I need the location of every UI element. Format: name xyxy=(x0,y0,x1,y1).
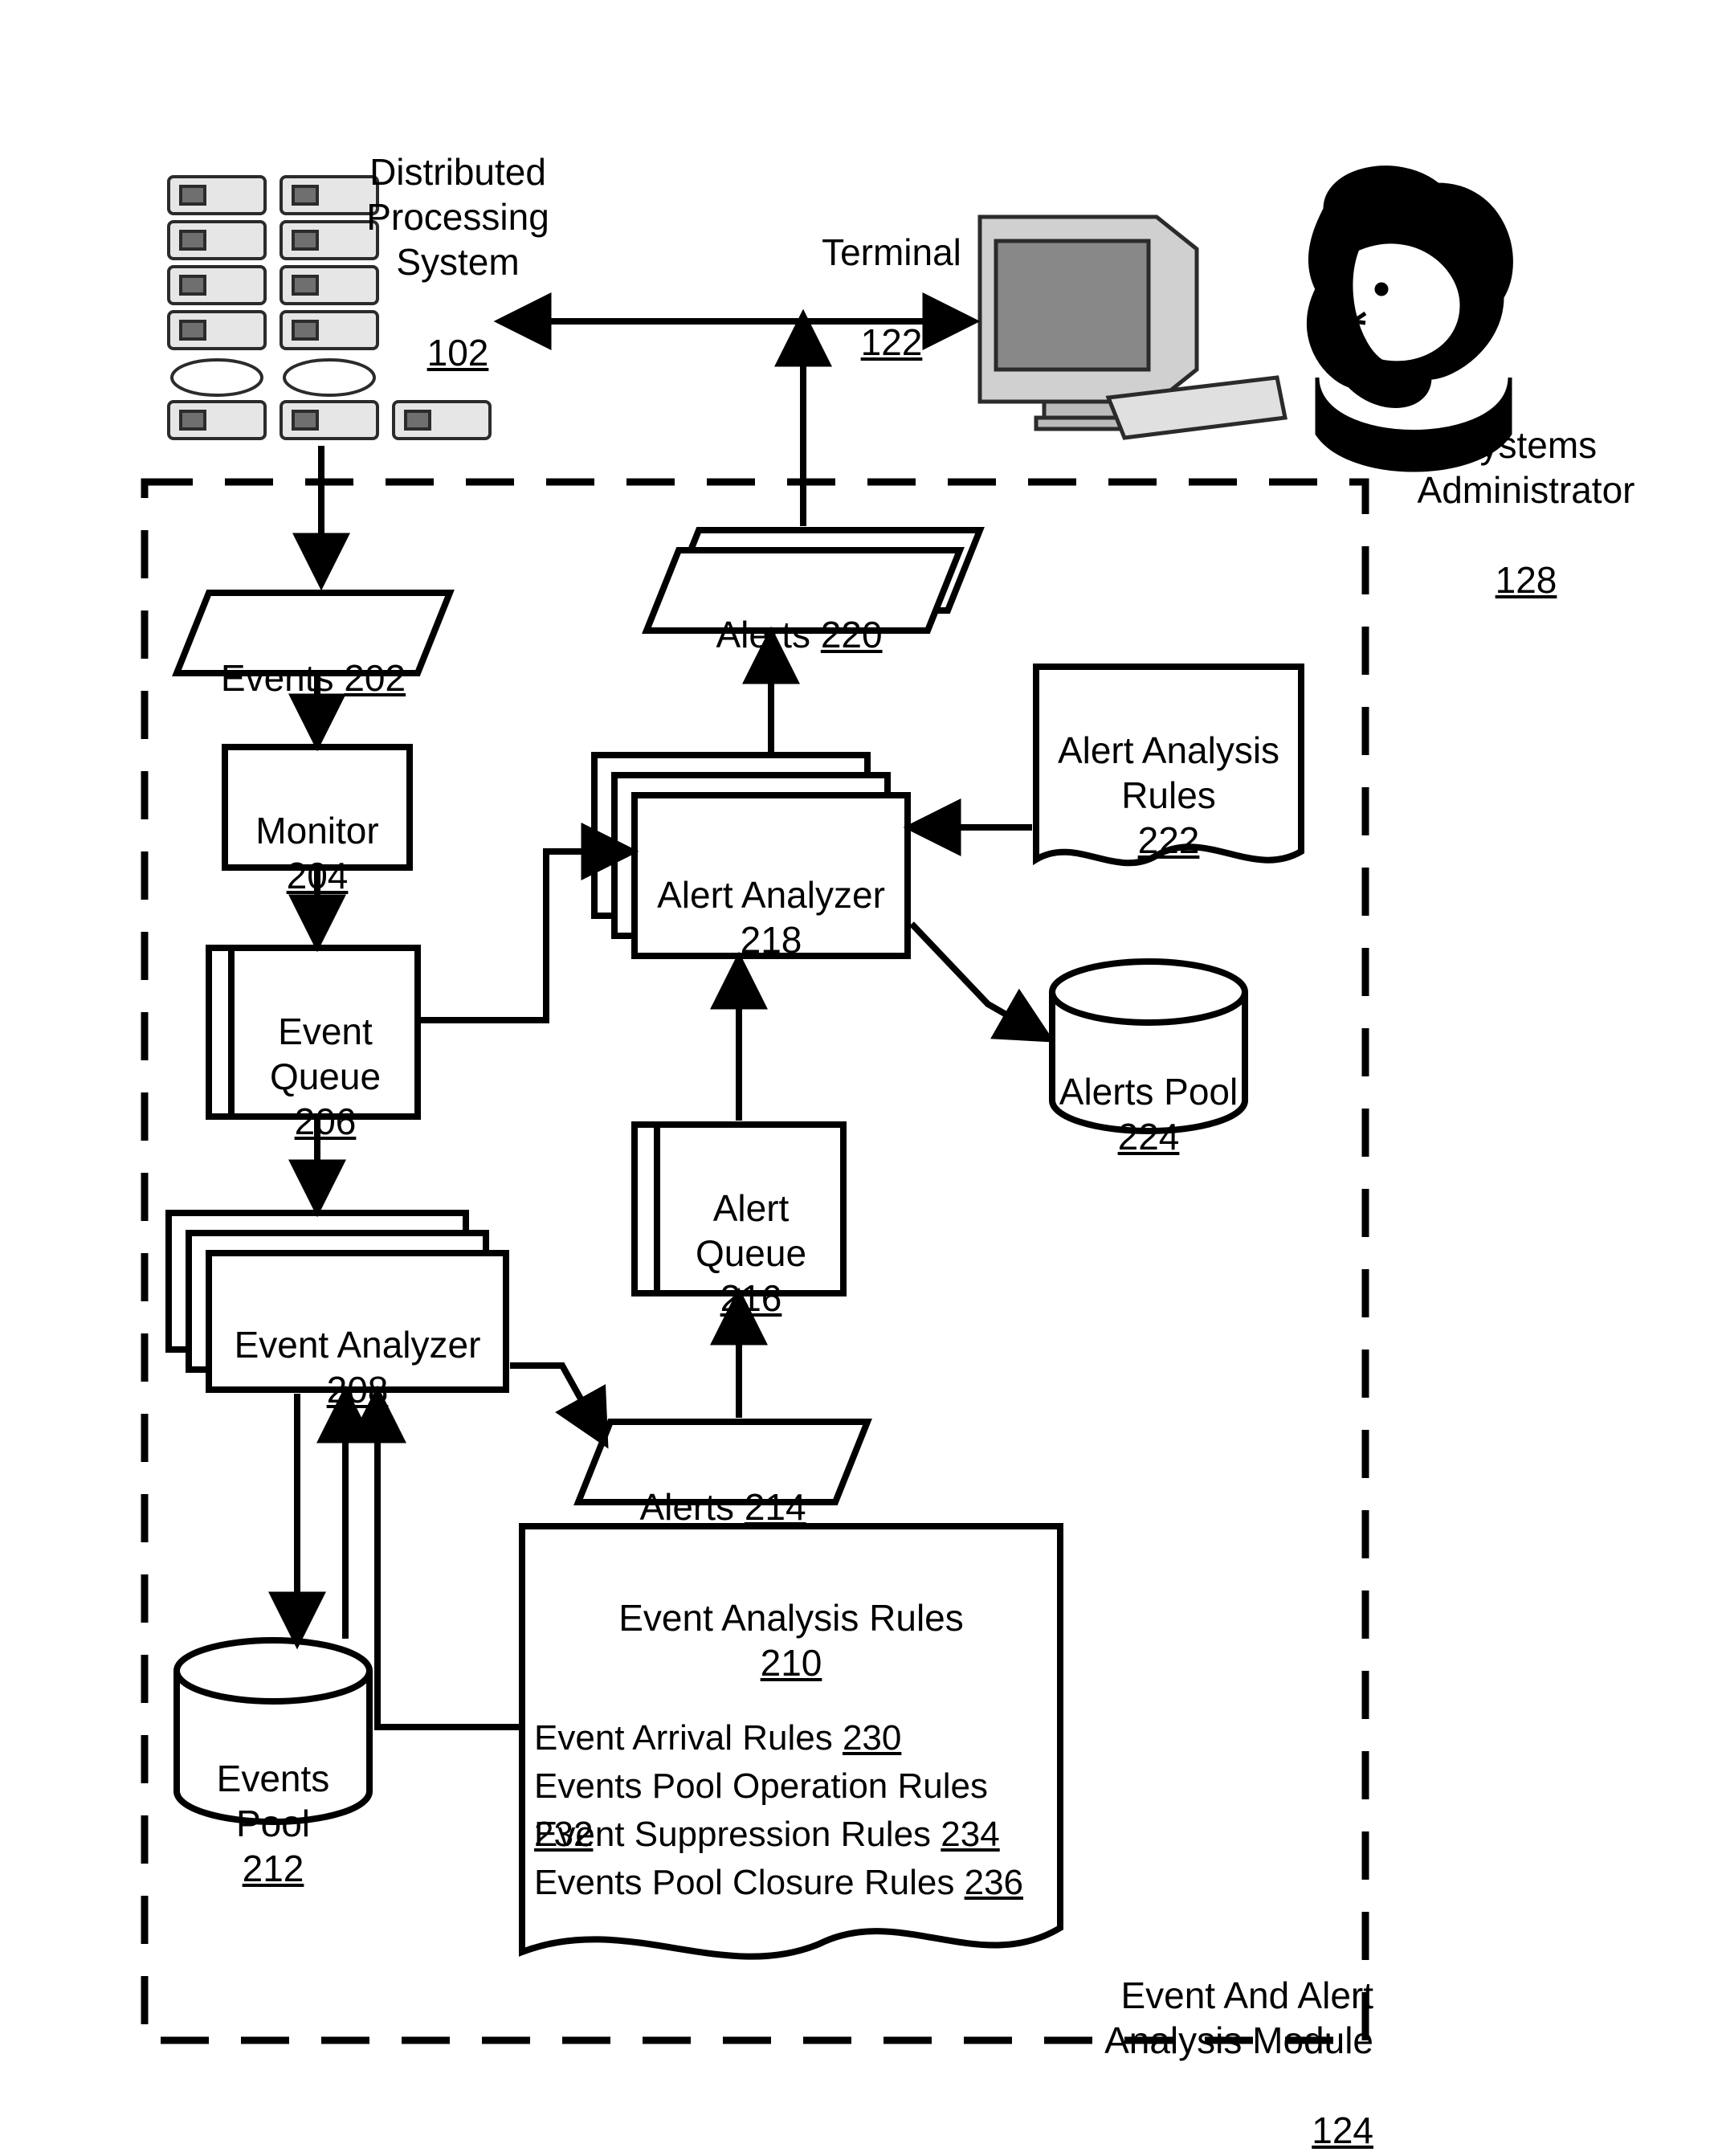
terminal-title: Terminal 122 xyxy=(811,185,972,365)
event-queue-label: Event Queue206 xyxy=(241,964,410,1144)
events-label: Events 202 xyxy=(197,610,430,700)
terminal-icon xyxy=(980,217,1285,438)
alert-queue-label: Alert Queue216 xyxy=(667,1141,835,1321)
dps-title: Distributed Processing System 102 xyxy=(289,104,626,375)
alert-analyzer-label: Alert Analyzer218 xyxy=(643,827,900,962)
event-rules-row-3: Events Pool Closure Rules 236 xyxy=(534,1811,1056,1907)
events-pool-label: Events Pool212 xyxy=(177,1711,369,1891)
event-rules-title: Event Analysis Rules210 xyxy=(530,1550,1052,1685)
sysadmin-title: Systems Administrator 128 xyxy=(1398,378,1655,603)
alerts-pool-label: Alerts Pool224 xyxy=(1056,1024,1241,1159)
alert-rules-label: Alert Analysis Rules222 xyxy=(1044,683,1293,863)
alerts220-label: Alerts 220 xyxy=(679,567,920,657)
event-analyzer-label: Event Analyzer208 xyxy=(221,1277,494,1412)
module-title: Event And Alert Analysis Module 124 xyxy=(1100,1928,1373,2154)
monitor-label: Monitor204 xyxy=(233,763,402,898)
alerts214-label: Alerts 214 xyxy=(606,1439,839,1529)
